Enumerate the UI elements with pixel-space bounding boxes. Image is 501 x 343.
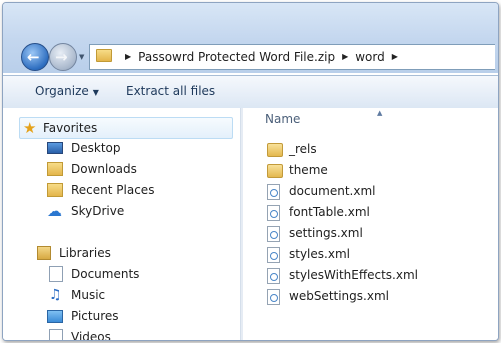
star-icon: ★	[23, 119, 37, 137]
nav-item-label: Desktop	[71, 141, 121, 155]
skydrive-cloud-icon: ☁	[47, 202, 62, 220]
xml-file-icon	[267, 184, 280, 200]
file-name: fontTable.xml	[289, 205, 370, 219]
organize-button[interactable]: Organize ▼	[35, 84, 99, 98]
folder-icon	[267, 164, 283, 178]
pictures-icon	[47, 310, 63, 323]
folder-icon	[96, 49, 112, 62]
file-name: webSettings.xml	[289, 289, 389, 303]
nav-item-label: Downloads	[71, 162, 137, 176]
file-name: styles.xml	[289, 247, 350, 261]
breadcrumb-segment-word[interactable]: word	[355, 45, 385, 69]
nav-favorites[interactable]: ★ Favorites	[19, 117, 233, 139]
forward-button[interactable]: →	[49, 43, 77, 71]
breadcrumb-segment-zip[interactable]: Passowrd Protected Word File.zip	[138, 45, 335, 69]
nav-libraries-label: Libraries	[59, 246, 111, 260]
desktop-icon	[47, 142, 63, 154]
nav-item-label: SkyDrive	[71, 204, 125, 218]
file-name: theme	[289, 163, 328, 177]
organize-dropdown-icon: ▼	[92, 88, 99, 97]
extract-all-files-button[interactable]: Extract all files	[126, 84, 215, 98]
organize-label: Organize	[35, 84, 89, 98]
nav-item-label: Videos	[71, 330, 111, 341]
xml-file-icon	[267, 205, 280, 221]
recent-pages-dropdown-icon[interactable]: ▼	[79, 53, 84, 61]
file-name: stylesWithEffects.xml	[289, 268, 418, 282]
downloads-folder-icon	[47, 162, 63, 176]
nav-item-label: Recent Places	[71, 183, 155, 197]
address-bar[interactable]: ▶ Passowrd Protected Word File.zip ▶ wor…	[89, 44, 495, 70]
recent-places-icon	[47, 183, 63, 197]
xml-file-icon	[267, 226, 280, 242]
music-icon: ♫	[49, 287, 62, 303]
back-arrow-icon: ←	[27, 48, 40, 66]
file-name: settings.xml	[289, 226, 363, 240]
nav-item-label: Music	[71, 288, 106, 302]
documents-icon	[49, 266, 63, 282]
column-header-name-label: Name	[265, 112, 301, 126]
file-name: _rels	[289, 142, 317, 156]
back-button[interactable]: ←	[21, 43, 49, 71]
sort-ascending-icon: ▲	[377, 109, 383, 117]
explorer-window: ← → ▼ ▶ Passowrd Protected Word File.zip…	[2, 2, 499, 341]
breadcrumb: ▶ Passowrd Protected Word File.zip ▶ wor…	[118, 45, 405, 69]
folder-icon	[267, 143, 283, 157]
title-bar: ← → ▼ ▶ Passowrd Protected Word File.zip…	[3, 3, 498, 73]
breadcrumb-chevron-icon[interactable]: ▶	[392, 45, 398, 69]
breadcrumb-chevron-icon[interactable]: ▶	[125, 45, 131, 69]
xml-file-icon	[267, 247, 280, 263]
navigation-pane: ★ Favorites Desktop Downloads Recent Pla…	[3, 108, 240, 340]
nav-item-label: Documents	[71, 267, 140, 281]
nav-favorites-label: Favorites	[43, 121, 98, 135]
file-name: document.xml	[289, 184, 376, 198]
videos-icon	[49, 329, 63, 340]
libraries-icon	[37, 246, 51, 260]
breadcrumb-chevron-icon[interactable]: ▶	[342, 45, 348, 69]
forward-arrow-icon: →	[55, 48, 68, 66]
file-list: Name ▲ _rels theme document.xml fontTabl…	[243, 108, 498, 340]
column-header-name[interactable]: Name ▲	[251, 108, 496, 130]
command-bar: Organize ▼ Extract all files	[3, 75, 498, 109]
xml-file-icon	[267, 289, 280, 305]
xml-file-icon	[267, 268, 280, 284]
nav-item-label: Pictures	[71, 309, 119, 323]
